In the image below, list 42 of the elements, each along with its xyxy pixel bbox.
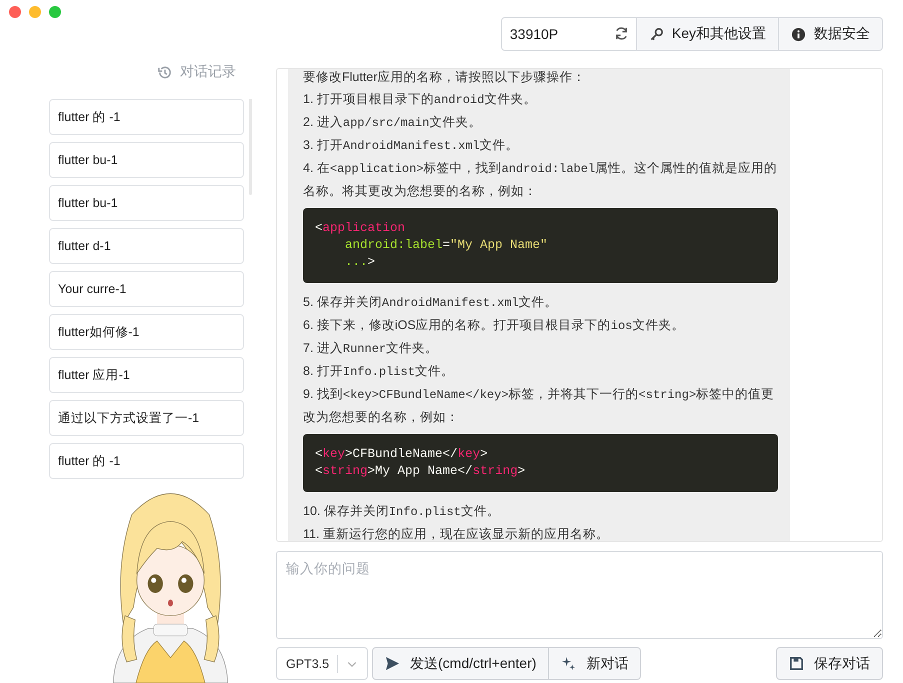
message-text: 8. 打开Info.plist文件。 bbox=[303, 363, 455, 381]
info-icon bbox=[791, 26, 806, 42]
send-icon bbox=[385, 656, 400, 671]
code-block: <key>CFBundleName</key> <string>My App Name</string> bbox=[303, 434, 778, 492]
history-item[interactable]: flutter bu-1 bbox=[49, 185, 244, 221]
code-block: <application android:label="My App Name" ...> bbox=[303, 208, 778, 283]
history-title: 对话记录 bbox=[180, 63, 236, 81]
key-icon bbox=[648, 26, 664, 42]
message-text: 3. 打开AndroidManifest.xml文件。 bbox=[303, 137, 520, 155]
message-text: 4. 在<application>标签中，找到android:label属性。这个属性的值就是应用的名称。将其更改为您想要的名称，例如： bbox=[303, 160, 778, 200]
history-item[interactable]: flutter如何修-1 bbox=[49, 314, 244, 350]
history-item[interactable]: Your curre-1 bbox=[49, 271, 244, 307]
message-text: 7. 进入Runner文件夹。 bbox=[303, 340, 440, 358]
history-item[interactable]: flutter d-1 bbox=[49, 228, 244, 264]
close-button[interactable] bbox=[9, 6, 21, 18]
message-text: 10. 保存并关闭 Info.plist文件。 bbox=[303, 503, 501, 521]
security-button[interactable]: 数据安全 bbox=[779, 17, 883, 51]
message-text: 5. 保存并关闭AndroidManifest.xml文件。 bbox=[303, 294, 559, 312]
question-field[interactable]: 输入你的问题 bbox=[276, 551, 883, 639]
message-text: 6. 接下来，修改iOS应用的名称。打开项目根目录下的 ios文件夹。 bbox=[303, 317, 686, 335]
history-item[interactable]: flutter 应用-1 bbox=[49, 357, 244, 393]
message-text: 要修改Flutter应用的名称，请按照以下步骤操作： bbox=[303, 69, 586, 86]
send-button[interactable]: 发送(cmd/ctrl+enter) bbox=[372, 647, 550, 680]
message-text: 9. 找到<key>CFBundleName</key>标签，并将其下一行的<string>标签中的值更改为您想要的名称，例如： bbox=[303, 386, 776, 426]
refresh-icon[interactable] bbox=[614, 26, 629, 41]
new-chat-button[interactable]: 新对话 bbox=[549, 647, 642, 680]
sparkle-icon bbox=[561, 656, 576, 671]
history-item[interactable]: flutter bu-1 bbox=[49, 142, 244, 178]
save-icon bbox=[789, 656, 804, 671]
token-field[interactable]: 33910P bbox=[500, 17, 637, 51]
settings-button[interactable]: Key和其他设置 bbox=[636, 17, 779, 51]
message-text: 11. 重新运行您的应用，现在应该显示新的应用名称。 bbox=[303, 526, 610, 541]
zoom-button[interactable] bbox=[49, 6, 61, 18]
message-text: 2. 进入app/src/main文件夹。 bbox=[303, 114, 482, 132]
message-text: 1. 打开项目根目录下的android文件夹。 bbox=[303, 91, 538, 109]
history-item[interactable]: flutter 的 -1 bbox=[49, 99, 244, 135]
minimize-button[interactable] bbox=[29, 6, 41, 18]
history-icon bbox=[157, 64, 172, 80]
history-item[interactable]: flutter 的 -1 bbox=[49, 443, 244, 479]
save-chat-button[interactable]: 保存对话 bbox=[776, 647, 883, 680]
history-item[interactable]: 通过以下方式设置了一-1 bbox=[49, 400, 244, 436]
model-select[interactable]: GPT3.5 bbox=[276, 647, 368, 680]
